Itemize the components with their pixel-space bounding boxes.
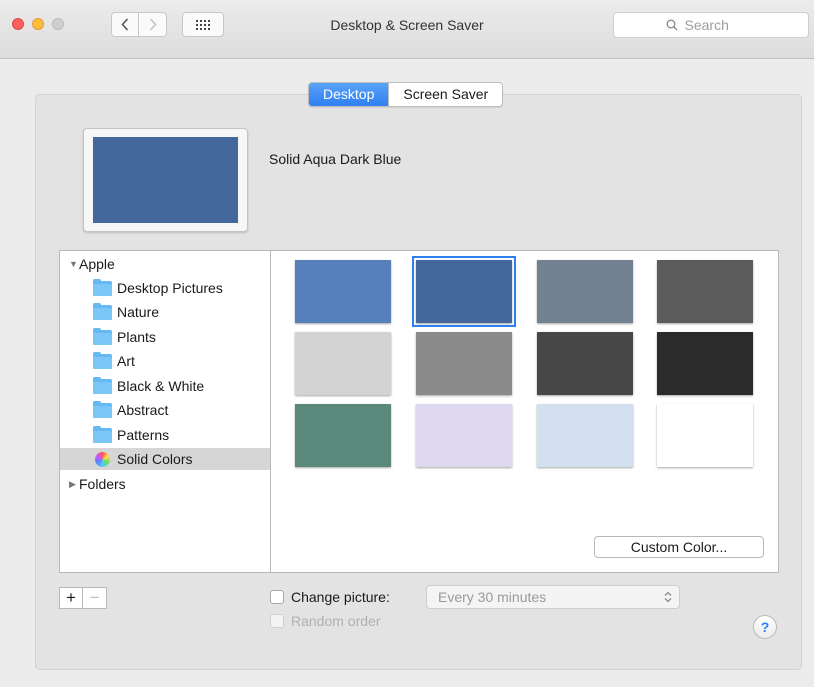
swatch[interactable] xyxy=(295,404,391,467)
sidebar-item-solid-colors[interactable]: Solid Colors xyxy=(60,448,270,470)
title-bar: Desktop & Screen Saver xyxy=(0,0,814,59)
disclosure-down-icon[interactable]: ▼ xyxy=(69,259,79,269)
sidebar-item-abstract[interactable]: Abstract xyxy=(60,399,270,421)
random-order-checkbox[interactable] xyxy=(270,614,284,628)
tab-bar: Desktop Screen Saver xyxy=(308,82,504,107)
desktop-preview xyxy=(83,128,248,232)
sidebar-item-label: Nature xyxy=(117,304,160,320)
sidebar-item-label: Abstract xyxy=(117,402,169,418)
change-interval-popup[interactable]: Every 30 minutes xyxy=(426,585,680,609)
disclosure-right-icon[interactable]: ▶ xyxy=(69,479,79,490)
add-remove-control: + − xyxy=(59,587,107,609)
change-picture-label: Change picture: xyxy=(291,589,390,605)
sidebar-item-label: Art xyxy=(117,353,135,369)
swatch[interactable] xyxy=(416,404,512,467)
add-folder-button[interactable]: + xyxy=(59,587,83,609)
sidebar-item-plants[interactable]: Plants xyxy=(60,326,270,348)
sidebar-item-folders[interactable]: ▶ Folders xyxy=(60,473,270,495)
sidebar-item-label: Plants xyxy=(117,329,156,345)
sidebar-item-label: Desktop Pictures xyxy=(117,280,223,296)
folder-icon xyxy=(93,400,112,418)
sidebar-item-black-white[interactable]: Black & White xyxy=(60,375,270,397)
swatch[interactable] xyxy=(657,404,753,467)
sidebar-item-label: Black & White xyxy=(117,378,205,394)
help-button[interactable]: ? xyxy=(753,615,777,639)
sidebar-item-label: Patterns xyxy=(117,427,170,443)
search-input[interactable] xyxy=(682,16,757,34)
swatch[interactable] xyxy=(657,332,753,395)
swatch[interactable] xyxy=(537,260,633,323)
folder-icon xyxy=(93,278,112,296)
swatch[interactable] xyxy=(295,260,391,323)
folder-icon xyxy=(93,351,112,369)
popup-value: Every 30 minutes xyxy=(438,589,547,605)
sidebar-item-apple[interactable]: ▼ Apple xyxy=(60,253,270,275)
sidebar-item-art[interactable]: Art xyxy=(60,350,270,372)
remove-folder-button[interactable]: − xyxy=(83,587,107,609)
change-picture-checkbox[interactable] xyxy=(270,590,284,604)
sidebar-item-label: Apple xyxy=(79,256,115,272)
sidebar-item-patterns[interactable]: Patterns xyxy=(60,424,270,446)
swatch[interactable] xyxy=(295,332,391,395)
sidebar-item-label: Folders xyxy=(79,476,126,492)
folder-icon xyxy=(93,327,112,345)
swatch[interactable] xyxy=(537,332,633,395)
preview-image xyxy=(93,137,238,223)
color-wheel-icon xyxy=(95,451,110,467)
tab-screen-saver[interactable]: Screen Saver xyxy=(388,83,502,106)
folder-icon xyxy=(93,302,112,320)
sidebar-item-nature[interactable]: Nature xyxy=(60,301,270,323)
swatch[interactable] xyxy=(657,260,753,323)
custom-color-button[interactable]: Custom Color... xyxy=(594,536,764,558)
tab-desktop[interactable]: Desktop xyxy=(309,83,389,106)
swatch[interactable] xyxy=(537,404,633,467)
search-field[interactable] xyxy=(613,12,809,38)
random-order-label: Random order xyxy=(291,613,381,629)
sidebar-item-desktop-pictures[interactable]: Desktop Pictures xyxy=(60,277,270,299)
magnifier-icon xyxy=(666,19,677,31)
source-list: ▼ Apple Desktop Pictures Nature Plants A… xyxy=(59,250,270,573)
sidebar-item-label: Solid Colors xyxy=(117,451,193,467)
swatch-selected[interactable] xyxy=(412,256,516,327)
folder-icon xyxy=(93,425,112,443)
up-down-arrows-icon xyxy=(664,591,672,607)
swatch[interactable] xyxy=(416,332,512,395)
preview-title: Solid Aqua Dark Blue xyxy=(269,151,402,167)
color-swatch-grid xyxy=(270,250,779,573)
folder-icon xyxy=(93,376,112,394)
